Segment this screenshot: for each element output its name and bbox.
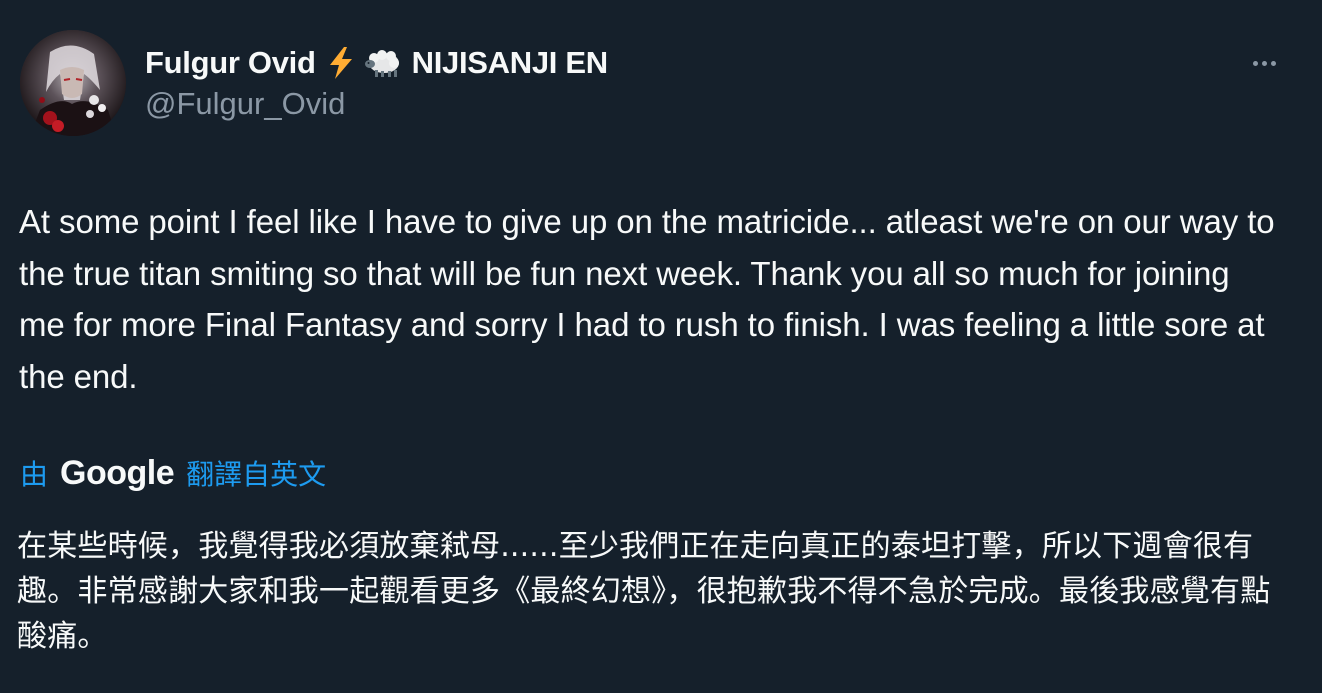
author-name-suffix[interactable]: NIJISANJI EN [412,45,609,81]
translated-tweet-text: 在某些時候，我覺得我必須放棄弒母......至少我們正在走向真正的泰坦打擊，所以… [17,529,1271,654]
tweet-card: Fulgur Ovid NIJISANJI EN @Fulgur_Ovid At… [0,0,1322,693]
translated-from-link[interactable]: 翻譯自英文 [186,453,326,493]
tweet-text: At some point I feel like I have to give… [19,203,1275,395]
more-dot [1261,60,1267,66]
author-handle[interactable]: @Fulgur_Ovid [145,86,345,122]
google-logo: Google [60,453,175,492]
more-dot [1252,60,1258,66]
more-dot [1270,60,1276,66]
avatar-image [20,30,126,136]
avatar[interactable] [20,30,126,136]
lightning-bolt-icon [328,47,354,79]
sheep-icon [364,48,404,78]
more-options-icon[interactable] [1242,48,1286,78]
translation-attribution: 由 Google 翻譯自英文 [20,452,326,494]
author-name-row[interactable]: Fulgur Ovid NIJISANJI EN [145,42,608,84]
author-display-name[interactable]: Fulgur Ovid [145,45,316,81]
translated-by-label: 由 [20,458,49,491]
